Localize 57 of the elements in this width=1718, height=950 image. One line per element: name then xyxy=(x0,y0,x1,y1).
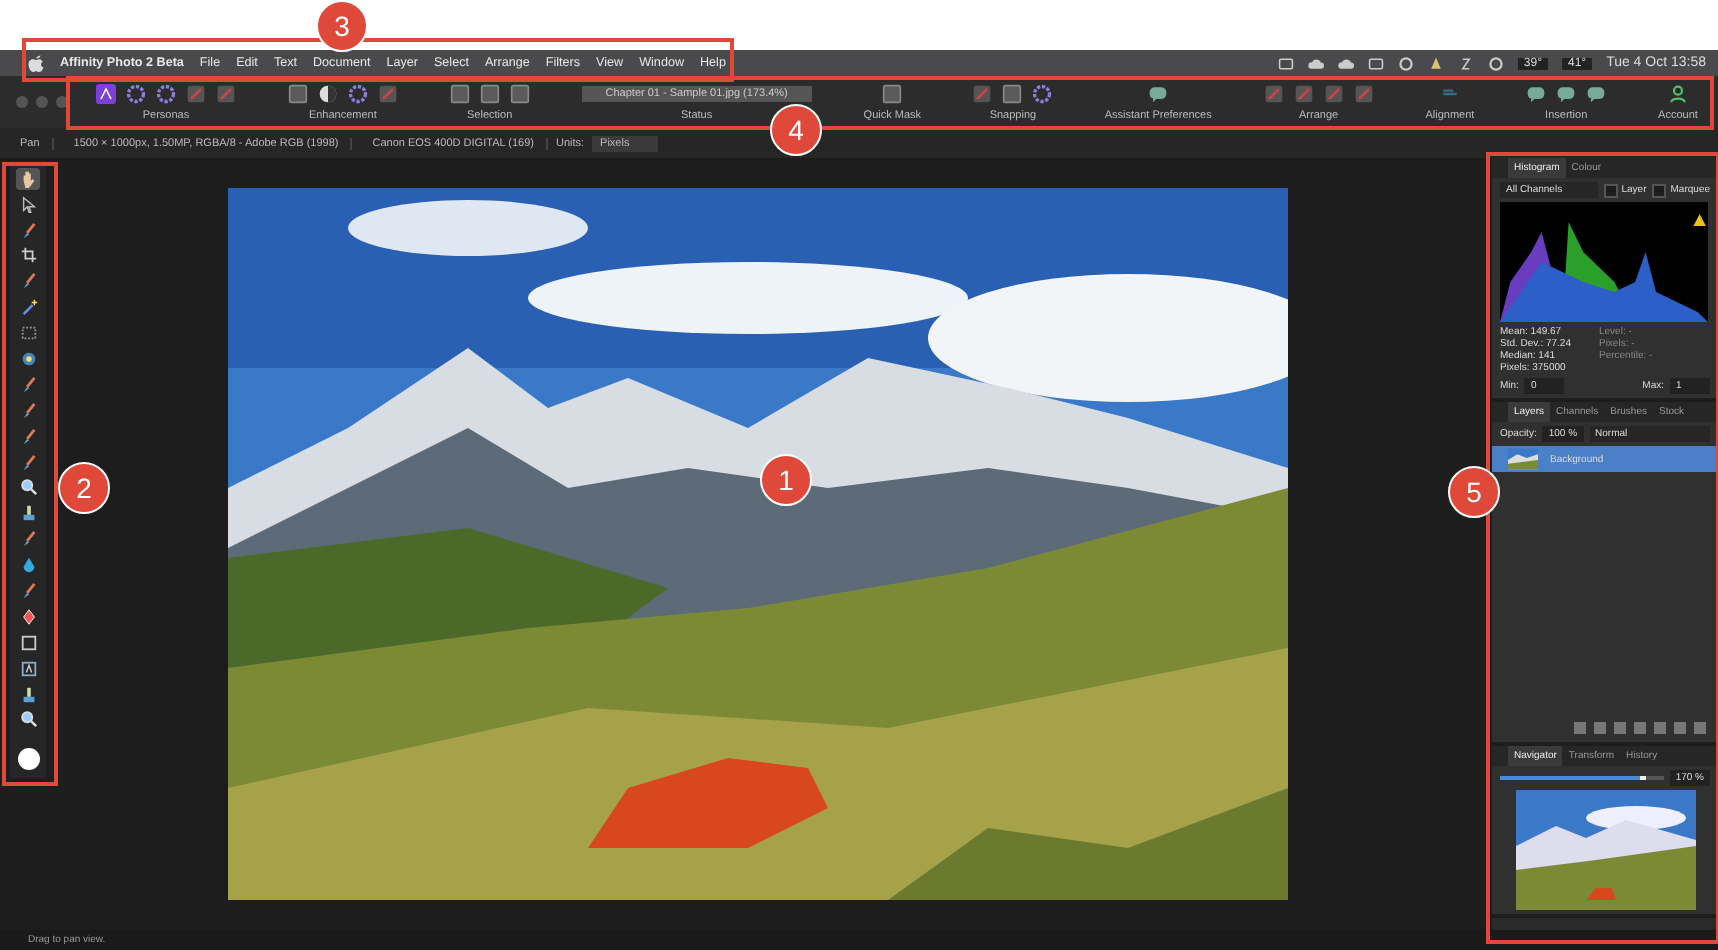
bubble-icon[interactable] xyxy=(1586,84,1607,104)
tool-button[interactable] xyxy=(16,709,40,731)
shape-icon xyxy=(19,633,37,652)
tile-icon[interactable] xyxy=(1323,84,1344,104)
ring-icon[interactable] xyxy=(1032,84,1053,104)
half-circle-icon[interactable] xyxy=(317,84,338,104)
tool-button[interactable] xyxy=(16,322,40,344)
brush-icon xyxy=(19,272,37,291)
brush-icon xyxy=(19,221,37,240)
hand-icon xyxy=(19,169,37,188)
tool-button[interactable] xyxy=(16,657,40,679)
bubble-icon[interactable] xyxy=(1148,84,1169,104)
bubble-icon[interactable] xyxy=(1556,84,1577,104)
tool-button[interactable] xyxy=(16,168,40,189)
drive-icon[interactable] xyxy=(1367,55,1384,71)
tile-icon[interactable] xyxy=(972,84,993,104)
zoom-icon xyxy=(19,710,37,729)
apple-icon[interactable] xyxy=(28,54,44,72)
tile-icon[interactable] xyxy=(186,84,206,104)
stamp-icon xyxy=(19,504,37,523)
checkbox[interactable] xyxy=(1603,183,1618,197)
text-icon xyxy=(19,659,37,678)
zoom-icon xyxy=(19,478,37,497)
square-icon[interactable] xyxy=(479,84,500,104)
brush-icon xyxy=(19,530,37,549)
persona-icon[interactable] xyxy=(96,84,116,104)
color-well[interactable] xyxy=(17,747,39,770)
checkbox[interactable] xyxy=(1652,183,1667,197)
layer-thumbnail xyxy=(1508,448,1538,470)
crop-icon xyxy=(19,246,37,265)
letter-icon[interactable] xyxy=(1457,55,1474,71)
tile-icon[interactable] xyxy=(216,84,236,104)
square-icon[interactable] xyxy=(287,84,308,104)
tile-icon[interactable] xyxy=(377,84,398,104)
person-icon[interactable] xyxy=(1667,84,1688,104)
square-icon[interactable] xyxy=(882,84,903,104)
tool-button[interactable] xyxy=(16,477,40,499)
pen-icon xyxy=(19,607,37,626)
tile-icon[interactable] xyxy=(1263,84,1284,104)
brush-icon xyxy=(19,582,37,600)
fill-icon xyxy=(19,349,37,368)
tile-icon[interactable] xyxy=(1353,84,1374,104)
square-icon[interactable] xyxy=(449,84,470,104)
stamp-icon xyxy=(19,685,37,704)
bubble-icon[interactable] xyxy=(1526,84,1547,104)
wand-icon xyxy=(19,298,37,317)
pin-icon[interactable] xyxy=(1427,55,1444,71)
ring-icon[interactable] xyxy=(347,84,368,104)
square-icon[interactable] xyxy=(1002,84,1023,104)
tile-icon[interactable] xyxy=(1293,84,1314,104)
drop-icon xyxy=(19,556,37,575)
square-icon[interactable] xyxy=(509,84,530,104)
tool-button[interactable] xyxy=(16,245,40,267)
marquee-icon xyxy=(19,324,37,343)
tool-button[interactable] xyxy=(16,632,40,654)
arrow-icon xyxy=(19,195,37,214)
screen-icon[interactable] xyxy=(1277,55,1294,71)
